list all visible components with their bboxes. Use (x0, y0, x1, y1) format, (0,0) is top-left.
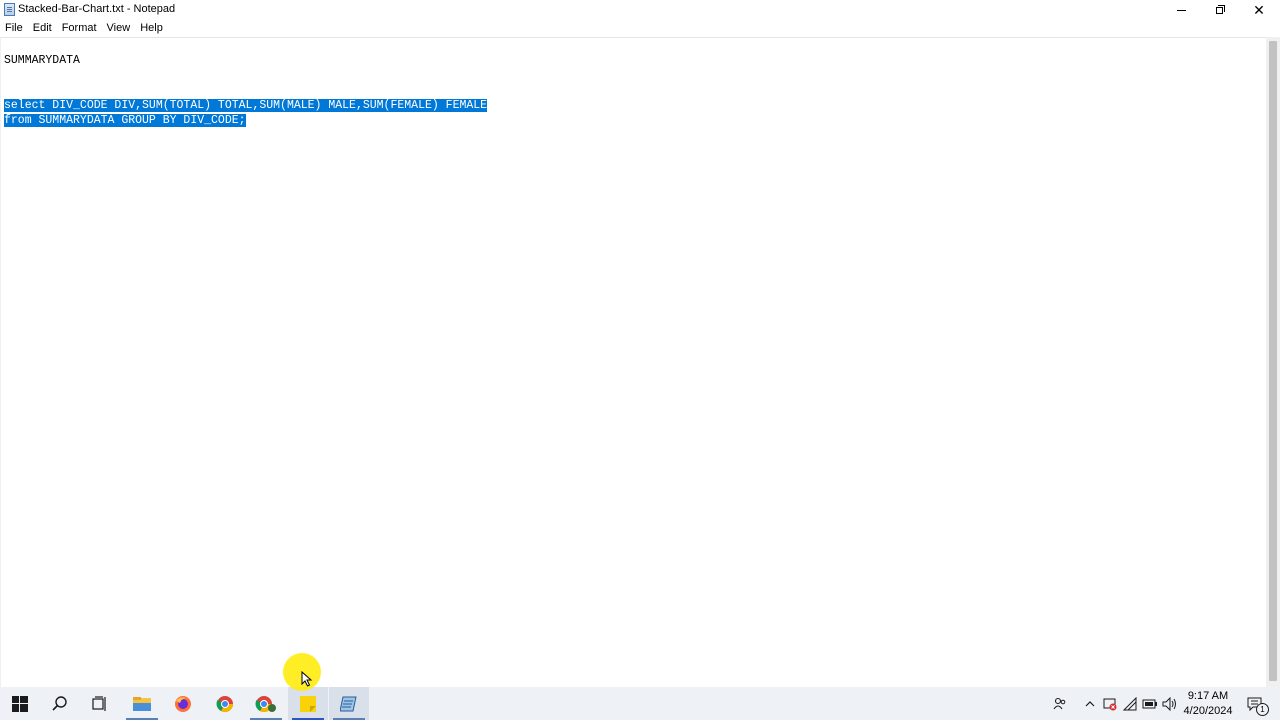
menu-bar: File Edit Format View Help (0, 20, 1280, 36)
task-view-icon (92, 695, 106, 711)
notepad-icon (340, 696, 357, 711)
taskbar-firefox[interactable] (163, 687, 203, 720)
taskbar-file-explorer[interactable] (122, 687, 162, 720)
chevron-up-icon (1085, 700, 1095, 706)
selected-text: select DIV_CODE DIV,SUM(TOTAL) TOTAL,SUM… (4, 99, 488, 112)
task-view-button[interactable] (80, 687, 120, 720)
search-button[interactable] (40, 687, 80, 720)
editor-line-selected: from SUMMARYDATA GROUP BY DIV_CODE; (4, 113, 246, 128)
file-explorer-icon (133, 696, 151, 711)
show-hidden-icons-button[interactable] (1082, 687, 1098, 720)
selected-text: from SUMMARYDATA GROUP BY DIV_CODE; (4, 114, 246, 127)
defender-tray-button[interactable] (1101, 687, 1119, 720)
window-title: Stacked-Bar-Chart.txt - Notepad (18, 3, 176, 15)
defender-icon (1103, 698, 1117, 710)
battery-icon (1142, 699, 1157, 708)
close-button[interactable]: ✕ (1240, 0, 1278, 20)
editor-line: SUMMARYDATA (4, 54, 80, 67)
title-bar: Stacked-Bar-Chart.txt - Notepad ✕ (0, 0, 1280, 20)
editor-line-selected: select DIV_CODE DIV,SUM(TOTAL) TOTAL,SUM… (4, 98, 488, 113)
search-icon (52, 695, 67, 711)
menu-file[interactable]: File (0, 20, 28, 36)
sticky-notes-icon (300, 695, 316, 712)
volume-tray-button[interactable] (1161, 687, 1179, 720)
scrollbar-thumb[interactable] (1269, 41, 1277, 681)
network-tray-button[interactable] (1121, 687, 1139, 720)
start-button[interactable] (0, 687, 40, 720)
mouse-cursor-icon (301, 671, 313, 687)
restore-button[interactable] (1200, 0, 1238, 20)
minimize-icon (1176, 9, 1186, 11)
battery-tray-button[interactable] (1141, 687, 1159, 720)
vertical-scrollbar[interactable] (1266, 37, 1280, 687)
taskbar: 9:17 AM 4/20/2024 1 (0, 687, 1280, 720)
chrome-icon (216, 695, 234, 712)
menu-edit[interactable]: Edit (28, 20, 57, 36)
notification-count-badge: 1 (1256, 703, 1269, 716)
taskbar-notepad[interactable] (329, 687, 369, 720)
minimize-button[interactable] (1162, 0, 1200, 20)
text-editor[interactable]: SUMMARYDATA select DIV_CODE DIV,SUM(TOTA… (0, 37, 1266, 687)
restore-icon (1215, 4, 1225, 14)
taskbar-sticky-notes[interactable] (288, 687, 328, 720)
people-button[interactable] (1050, 687, 1070, 720)
close-icon: ✕ (1253, 2, 1265, 18)
menu-help[interactable]: Help (135, 20, 168, 36)
people-icon (1053, 697, 1066, 709)
network-icon (1123, 696, 1137, 710)
clock-time: 9:17 AM (1187, 690, 1229, 702)
chrome-profile-icon (255, 695, 276, 712)
firefox-icon (175, 695, 191, 712)
windows-start-icon (12, 695, 28, 712)
taskbar-chrome[interactable] (205, 687, 245, 720)
notepad-icon (4, 3, 15, 16)
menu-format[interactable]: Format (57, 20, 102, 36)
menu-view[interactable]: View (102, 20, 136, 36)
volume-icon (1162, 696, 1176, 711)
taskbar-chrome-profile[interactable] (246, 687, 286, 720)
clock-date: 4/20/2024 (1183, 705, 1233, 717)
taskbar-clock[interactable]: 9:17 AM 4/20/2024 (1180, 689, 1236, 719)
